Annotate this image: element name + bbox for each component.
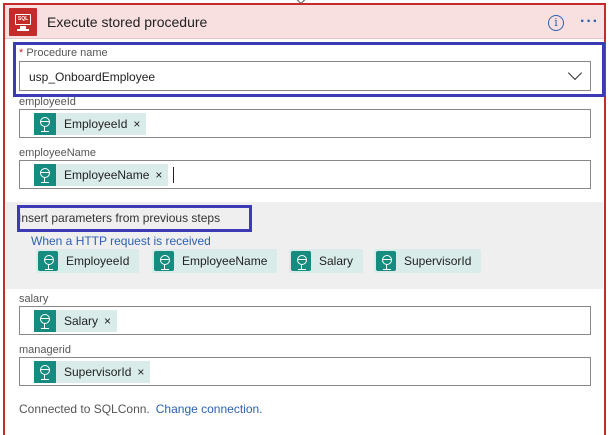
dynamic-content-source[interactable]: When a HTTP request is received [31,234,211,248]
globe-icon [291,251,311,271]
employeeid-label: employeeId [19,96,76,108]
remove-token-icon[interactable]: × [155,168,168,182]
globe-icon [34,361,56,383]
dynamic-token-supervisorid[interactable]: SupervisorId [374,249,482,273]
employeename-field[interactable]: EmployeeName × [19,160,591,189]
managerid-label: managerid [19,344,71,356]
change-connection-link[interactable]: Change connection. [156,402,263,416]
globe-icon [34,310,56,332]
managerid-field[interactable]: SupervisorId × [19,357,591,386]
text-cursor [173,167,174,183]
remove-token-icon[interactable]: × [104,314,117,328]
token-salary[interactable]: Salary × [34,310,118,332]
action-card: SQL Execute stored procedure i ··· * Pro… [3,3,606,435]
procedure-highlight-box [13,42,605,97]
sql-icon-text: SQL [17,16,29,22]
dynamic-token-label: SupervisorId [404,254,472,268]
token-label: EmployeeName [64,168,150,182]
connection-footer: Connected to SQLConn. Change connection. [19,402,263,416]
token-employeeid[interactable]: EmployeeId × [34,113,147,135]
globe-icon [154,251,174,271]
salary-label: salary [19,293,49,305]
salary-field[interactable]: Salary × [19,306,591,335]
action-title[interactable]: Execute stored procedure [47,14,207,30]
sql-connector-icon: SQL [9,8,37,36]
token-label: EmployeeId [64,117,128,131]
more-options-icon[interactable]: ··· [580,13,599,31]
connection-status: Connected to SQLConn. [19,402,150,416]
dynamic-token-employeeid[interactable]: EmployeeId [36,249,140,273]
info-icon[interactable]: i [548,15,564,31]
token-label: SupervisorId [64,365,132,379]
globe-icon [34,113,56,135]
dynamic-token-employeename[interactable]: EmployeeName [152,249,278,273]
params-highlight-box [17,205,252,232]
globe-icon [34,164,56,186]
globe-icon [376,251,396,271]
token-supervisorid[interactable]: SupervisorId × [34,361,151,383]
employeeid-field[interactable]: EmployeeId × [19,109,591,138]
dynamic-token-salary[interactable]: Salary [289,249,364,273]
dynamic-token-label: EmployeeName [182,254,268,268]
action-header[interactable]: SQL Execute stored procedure i ··· [5,5,604,39]
remove-token-icon[interactable]: × [137,365,150,379]
token-employeename[interactable]: EmployeeName × [34,164,169,186]
dynamic-token-label: Salary [319,254,354,268]
remove-token-icon[interactable]: × [133,117,146,131]
globe-icon [38,251,58,271]
dynamic-token-label: EmployeeId [66,254,130,268]
employeename-label: employeeName [19,147,97,159]
token-label: Salary [64,314,99,328]
